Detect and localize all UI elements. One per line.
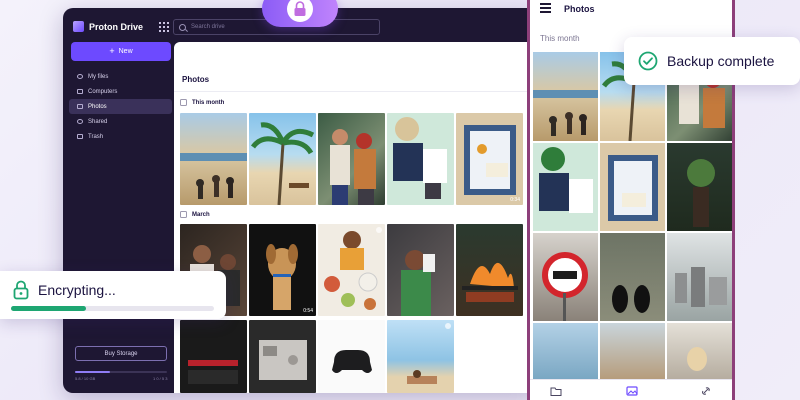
phone-photo-thumbnail[interactable]	[600, 233, 665, 321]
encrypting-toast-text: Encrypting...	[38, 282, 116, 298]
sidebar-nav: My files Computers Photos Shared Trash	[69, 69, 172, 144]
trash-icon	[77, 134, 83, 139]
phone-photo-thumbnail[interactable]	[667, 233, 732, 321]
encrypting-progress-bar	[11, 306, 214, 311]
video-duration: 0:34	[510, 197, 520, 203]
new-button-label: New	[118, 48, 133, 55]
proton-drive-logo[interactable]: Proton Drive	[73, 21, 143, 32]
photo-thumbnail[interactable]	[249, 320, 316, 393]
photo-thumbnail[interactable]	[318, 224, 385, 316]
page-title: Photos	[182, 75, 210, 84]
phone-photo-thumbnail[interactable]	[667, 143, 732, 231]
photo-thumbnail[interactable]	[387, 113, 454, 205]
selection-indicator[interactable]	[376, 227, 382, 233]
phone-page-title: Photos	[564, 4, 595, 14]
photo-thumbnail[interactable]	[456, 224, 523, 316]
folder-icon[interactable]	[550, 386, 562, 396]
link-icon	[77, 119, 83, 124]
phone-photo-thumbnail[interactable]	[533, 233, 598, 321]
phone-section-label: This month	[540, 34, 580, 43]
search-icon	[179, 23, 186, 31]
sidebar-item-label: Shared	[88, 118, 108, 125]
lock-icon	[13, 280, 29, 300]
phone-photo-thumbnail[interactable]	[600, 323, 665, 379]
computer-icon	[77, 89, 83, 94]
section-label: This month	[192, 99, 225, 106]
encryption-badge	[262, 0, 338, 27]
section-march: March	[180, 211, 210, 218]
desktop-window: Proton Drive Search drive + New My files…	[63, 8, 540, 393]
sidebar-item-label: My files	[88, 73, 109, 80]
plus-icon: +	[109, 46, 115, 56]
lock-icon	[287, 0, 313, 22]
logo-text: Proton Drive	[89, 21, 144, 32]
storage-bar	[75, 371, 167, 373]
sidebar-item-my-files[interactable]: My files	[69, 69, 172, 84]
cloud-icon	[77, 74, 83, 79]
search-placeholder: Search drive	[191, 24, 225, 30]
backup-toast-text: Backup complete	[667, 53, 775, 69]
photos-icon[interactable]	[626, 386, 638, 396]
section-label: March	[192, 211, 210, 218]
photo-thumbnail[interactable]	[249, 113, 316, 205]
backup-complete-toast: Backup complete	[624, 37, 800, 85]
logo-mark-icon	[73, 21, 84, 32]
photo-thumbnail[interactable]	[318, 320, 385, 393]
storage-used-text: 5.8 / 10 GB	[75, 376, 96, 381]
apps-grid-icon[interactable]	[159, 22, 169, 32]
photo-thumbnail[interactable]	[318, 113, 385, 205]
sidebar-item-label: Photos	[88, 103, 107, 110]
phone-photo-thumbnail[interactable]	[600, 143, 665, 231]
image-icon	[77, 104, 83, 109]
section-checkbox[interactable]	[180, 211, 187, 218]
link-icon[interactable]	[700, 386, 712, 396]
section-checkbox[interactable]	[180, 99, 187, 106]
photo-thumbnail[interactable]	[180, 113, 247, 205]
selection-indicator[interactable]	[445, 323, 451, 329]
sidebar-item-label: Trash	[88, 133, 104, 140]
encrypting-toast: Encrypting...	[0, 271, 226, 319]
phone-photo-thumbnail[interactable]	[667, 323, 732, 379]
new-button[interactable]: + New	[71, 42, 171, 61]
sidebar-item-trash[interactable]: Trash	[69, 129, 172, 144]
video-thumbnail[interactable]: 0:34	[456, 113, 523, 205]
phone-photo-thumbnail[interactable]	[533, 323, 598, 379]
sidebar-item-computers[interactable]: Computers	[69, 84, 172, 99]
video-thumbnail[interactable]: 0:54	[249, 224, 316, 316]
sidebar-item-label: Computers	[88, 88, 118, 95]
phone-photo-thumbnail[interactable]	[533, 52, 598, 141]
photo-thumbnail[interactable]	[387, 224, 454, 316]
buy-storage-button[interactable]: Buy Storage	[75, 346, 167, 361]
encrypting-progress-fill	[11, 306, 87, 311]
photos-main-panel: Photos This month 0:34 March 0:54	[174, 42, 534, 393]
divider	[174, 91, 534, 92]
phone-photo-thumbnail[interactable]	[533, 143, 598, 231]
check-circle-icon	[638, 51, 658, 71]
video-duration: 0:54	[303, 308, 313, 314]
phone-tab-bar	[530, 379, 732, 400]
section-this-month: This month	[180, 99, 224, 106]
menu-icon[interactable]	[540, 3, 551, 15]
sidebar-item-photos[interactable]: Photos	[69, 99, 172, 114]
photo-thumbnail[interactable]	[387, 320, 454, 393]
storage-total-text: 1 0 / 5 3	[153, 376, 168, 381]
storage-fill	[75, 371, 110, 373]
photo-thumbnail[interactable]	[180, 320, 247, 393]
sidebar-item-shared[interactable]: Shared	[69, 114, 172, 129]
